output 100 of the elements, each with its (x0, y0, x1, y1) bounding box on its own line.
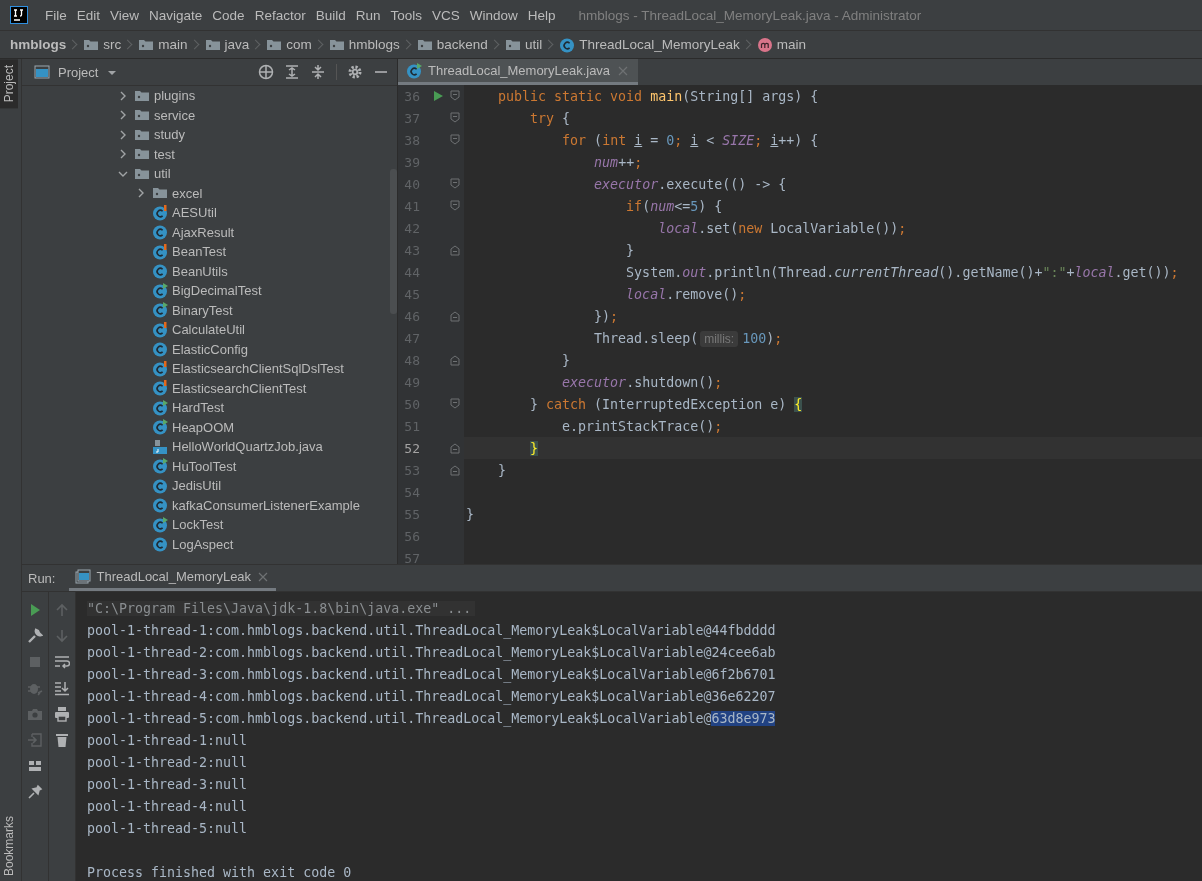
tree-item[interactable]: AESUtil (172, 205, 217, 221)
fold-icon[interactable] (449, 354, 461, 366)
code-line: local.set(new LocalVariable()); (657, 220, 907, 236)
menu-item[interactable]: Tools (385, 7, 427, 23)
fold-icon[interactable] (449, 464, 461, 476)
scroll-to-end-icon[interactable] (54, 680, 70, 696)
console-line: pool-1-thread-4:null (87, 799, 248, 814)
class-icon (152, 224, 168, 241)
editor-tab[interactable]: ThreadLocal_MemoryLeak.java (398, 59, 639, 85)
menu-item[interactable]: Code (207, 7, 250, 23)
console-line: pool-1-thread-3:null (87, 777, 248, 792)
tree-item[interactable]: ElasticsearchClientTest (172, 380, 307, 396)
menu-item[interactable]: View (105, 7, 145, 23)
code-line: for (int i = 0; i < SIZE; i++) { (561, 132, 819, 148)
tree-item[interactable]: HelloWorldQuartzJob.java (172, 439, 323, 455)
code-line: local.remove(); (625, 286, 747, 302)
breadcrumb[interactable]: util (524, 37, 543, 52)
tree-item[interactable]: BigDecimalTest (172, 283, 262, 299)
code-line: Thread.sleep( millis: 100); (593, 330, 783, 346)
panel-title[interactable]: Project (58, 64, 99, 80)
tree-item[interactable]: CalculateUtil (172, 322, 245, 338)
code-line: public static void main(String[] args) { (497, 88, 819, 104)
runnable-class-icon (152, 516, 168, 533)
fold-icon[interactable] (449, 90, 461, 102)
trash-icon[interactable] (54, 732, 70, 748)
tree-item[interactable]: study (154, 127, 186, 143)
console-line: pool-1-thread-4:com.hmblogs.backend.util.ThreadLocal_MemoryLeak$LocalVariable@36e62207 (87, 689, 776, 704)
tree-item[interactable]: BeanUtils (172, 263, 228, 279)
fold-icon[interactable] (449, 398, 461, 410)
locate-icon[interactable] (258, 64, 274, 80)
soft-wrap-icon[interactable] (54, 654, 70, 670)
console-line: pool-1-thread-1:null (87, 733, 248, 748)
breadcrumb[interactable]: com (286, 37, 312, 52)
menu-item[interactable]: Run (350, 7, 386, 23)
scrollbar[interactable] (390, 169, 397, 314)
tree-item[interactable]: test (154, 146, 175, 162)
fold-icon[interactable] (449, 442, 461, 454)
menu-item[interactable]: Navigate (144, 7, 208, 23)
menu-item[interactable]: File (40, 7, 72, 23)
runnable-class-icon (406, 62, 422, 79)
class-icon (152, 497, 168, 514)
fold-icon[interactable] (449, 134, 461, 146)
fold-icon[interactable] (449, 200, 461, 212)
breadcrumb[interactable]: main (776, 37, 806, 52)
fold-icon[interactable] (449, 244, 461, 256)
code-line: executor.execute(() -> { (593, 176, 787, 192)
settings-icon[interactable] (347, 64, 363, 80)
class-icon (152, 477, 168, 494)
code-line: } catch (InterruptedException e) { (529, 396, 803, 412)
breadcrumb[interactable]: src (103, 37, 122, 52)
class-icon (559, 36, 576, 53)
tree-item[interactable]: JedisUtil (172, 478, 222, 494)
menu-item[interactable]: Refactor (249, 7, 311, 23)
layout-icon[interactable] (27, 758, 43, 774)
collapse-all-icon[interactable] (310, 64, 326, 80)
tree-item[interactable]: HardTest (172, 400, 225, 416)
tree-item[interactable]: util (154, 166, 171, 182)
app-logo-icon[interactable] (10, 6, 28, 24)
breadcrumb[interactable]: main (158, 37, 188, 52)
menu-item[interactable]: Help (522, 7, 561, 23)
fold-icon[interactable] (449, 178, 461, 190)
class-icon (152, 380, 168, 397)
tree-item[interactable]: ElasticConfig (172, 341, 248, 357)
printer-icon[interactable] (54, 706, 70, 722)
expand-all-icon[interactable] (284, 64, 300, 80)
menu-item[interactable]: VCS (427, 7, 465, 23)
menu-item[interactable]: Window (464, 7, 523, 23)
tree-item[interactable]: LogAspect (172, 536, 234, 552)
tree-item[interactable]: BinaryTest (172, 302, 233, 318)
tree-item[interactable]: HuToolTest (172, 458, 237, 474)
pin-icon[interactable] (27, 784, 43, 800)
class-icon (152, 536, 168, 553)
code-line: }); (593, 308, 619, 324)
runnable-class-icon (152, 282, 168, 299)
tree-item[interactable]: plugins (154, 88, 196, 104)
breadcrumb[interactable]: ThreadLocal_MemoryLeak (579, 37, 740, 52)
breadcrumb[interactable]: hmblogs (10, 37, 67, 52)
tree-item[interactable]: service (154, 107, 196, 123)
code-line: if(num<=5) { (625, 198, 723, 214)
tree-item[interactable]: excel (172, 185, 203, 201)
menu-item[interactable]: Edit (71, 7, 106, 23)
tree-item[interactable]: BeanTest (172, 244, 227, 260)
tree-item[interactable]: ElasticsearchClientSqlDslTest (172, 361, 344, 377)
tree-item[interactable]: HeapOOM (172, 419, 235, 435)
run-icon[interactable] (432, 90, 444, 102)
menu-item[interactable]: Build (310, 7, 351, 23)
console-line: pool-1-thread-2:null (87, 755, 248, 770)
tree-item[interactable]: LockTest (172, 517, 224, 533)
fold-icon[interactable] (449, 310, 461, 322)
tree-item[interactable]: AjaxResult (172, 224, 235, 240)
tool-window-tab[interactable]: Bookmarks (0, 809, 18, 881)
breadcrumb[interactable]: java (224, 37, 250, 52)
wrench-icon[interactable] (27, 628, 43, 644)
fold-icon[interactable] (449, 112, 461, 124)
breadcrumb[interactable]: backend (436, 37, 488, 52)
breadcrumb[interactable]: hmblogs (348, 37, 400, 52)
tree-item[interactable]: kafkaConsumerListenerExample (172, 497, 360, 513)
panel-icon (34, 64, 50, 80)
tool-window-tab[interactable]: Project (0, 59, 18, 109)
code-line: } (561, 352, 571, 368)
